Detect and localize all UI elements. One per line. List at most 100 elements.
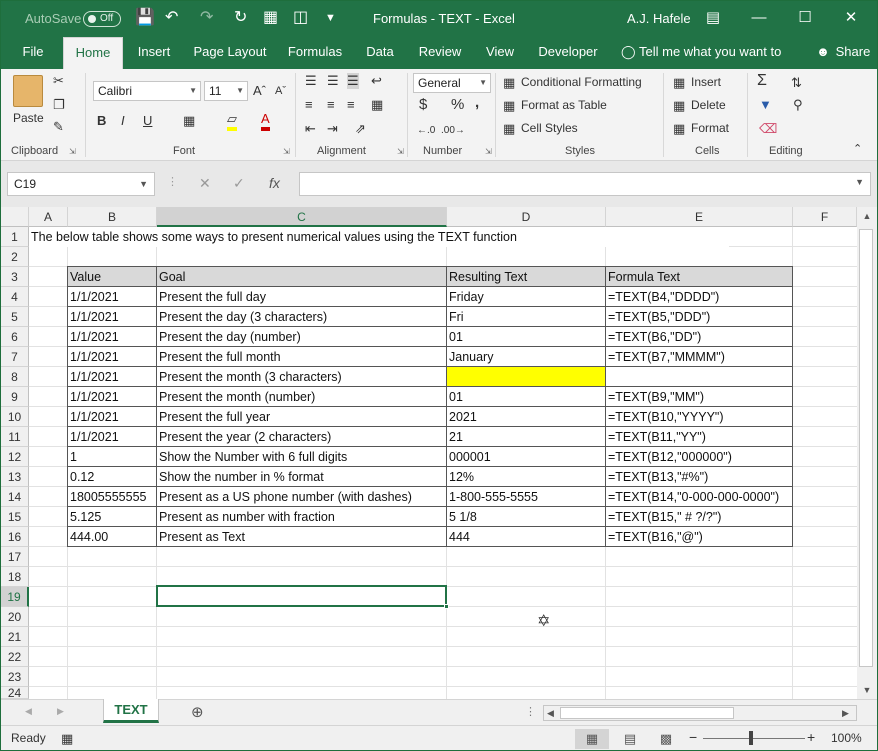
table-cell-goal[interactable]: Present as a US phone number (with dashe… [157,487,447,507]
table-cell-resulting-text[interactable]: Fri [447,307,606,327]
scroll-thumb[interactable] [560,707,734,719]
row-header[interactable]: 11 [1,427,29,447]
bold-button[interactable]: B [97,113,106,129]
table-cell-resulting-text[interactable]: Friday [447,287,606,307]
table-cell-formula-text[interactable]: =TEXT(B7,"MMMM") [606,347,793,367]
tab-page-layout[interactable]: Page Layout [189,37,271,69]
table-cell-resulting-text[interactable]: 1-800-555-5555 [447,487,606,507]
table-cell-value[interactable]: 1/1/2021 [68,427,157,447]
table-cell-formula-text[interactable]: =TEXT(B4,"DDDD") [606,287,793,307]
refresh-icon[interactable]: ↻ [234,9,247,27]
increase-indent-icon[interactable]: ⇥ [327,121,338,137]
table-cell-formula-text[interactable]: =TEXT(B15," # ?/?") [606,507,793,527]
tell-me-search[interactable]: Tell me what you want to do [639,37,795,89]
table-cell-resulting-text[interactable]: 01 [447,327,606,347]
row-header[interactable]: 23 [1,667,29,687]
comma-button[interactable]: , [475,95,479,111]
table-header-goal[interactable]: Goal [157,267,447,287]
table-cell-formula-text[interactable]: =TEXT(B10,"YYYY") [606,407,793,427]
column-header-e[interactable]: E [606,207,793,227]
name-box[interactable]: C19 ▼ [7,172,155,196]
row-header[interactable]: 20 [1,607,29,627]
column-header-a[interactable]: A [29,207,68,227]
zoom-in-icon[interactable]: + [807,729,815,745]
align-center-icon[interactable]: ≡ [327,97,335,113]
table-cell-value[interactable]: 1/1/2021 [68,307,157,327]
row-header[interactable]: 4 [1,287,29,307]
share-button[interactable]: Share [835,37,871,69]
table-cell-goal[interactable]: Present the full day [157,287,447,307]
tab-view[interactable]: View [479,37,521,69]
align-right-icon[interactable]: ≡ [347,97,355,113]
find-select-icon[interactable]: ⚲ [793,97,803,113]
table-cell-value[interactable]: 1/1/2021 [68,327,157,347]
collapse-ribbon-icon[interactable]: ⌃ [853,141,862,157]
cell-grid[interactable]: The below table shows some ways to prese… [29,227,857,699]
table-cell-value[interactable]: 18005555555 [68,487,157,507]
page-break-view-icon[interactable]: ▩ [649,729,683,749]
number-launcher-icon[interactable]: ⇲ [485,147,492,156]
table-cell-resulting-text[interactable]: 12% [447,467,606,487]
row-header[interactable]: 12 [1,447,29,467]
zoom-slider-handle[interactable] [749,731,753,745]
align-middle-icon[interactable]: ☰ [327,73,339,89]
table-cell-value[interactable]: 1 [68,447,157,467]
table-header-resulting-text[interactable]: Resulting Text [447,267,606,287]
fill-icon[interactable]: ▼ [759,97,772,113]
format-as-table-button[interactable]: Format as Table [521,98,607,112]
cancel-icon[interactable]: ✕ [199,175,211,192]
italic-button[interactable]: I [121,113,125,129]
selected-cell-c19[interactable] [156,585,449,609]
table-header-value[interactable]: Value [68,267,157,287]
clipboard-launcher-icon[interactable]: ⇲ [69,147,76,156]
close-icon[interactable]: ✕ [831,5,871,31]
insert-function-icon[interactable]: fx [269,175,280,191]
row-header[interactable]: 14 [1,487,29,507]
customize-qat-icon[interactable]: ▼ [325,9,336,27]
scroll-left-icon[interactable]: ◀ [547,708,554,719]
table-cell-goal[interactable]: Present the day (3 characters) [157,307,447,327]
table-cell-goal[interactable]: Present as number with fraction [157,507,447,527]
table-cell-value[interactable]: 1/1/2021 [68,407,157,427]
tab-data[interactable]: Data [359,37,401,69]
table-cell-formula-text[interactable]: =TEXT(B11,"YY") [606,427,793,447]
row-header[interactable]: 9 [1,387,29,407]
autosave-toggle[interactable]: Off [83,11,121,27]
tab-formulas[interactable]: Formulas [283,37,347,69]
scroll-right-icon[interactable]: ▶ [842,708,849,719]
column-header-c[interactable]: C [157,207,447,227]
cell-styles-button[interactable]: Cell Styles [521,121,578,135]
decrease-indent-icon[interactable]: ⇤ [305,121,316,137]
table-cell-resulting-text[interactable]: 2021 [447,407,606,427]
tab-insert[interactable]: Insert [131,37,177,69]
row-header[interactable]: 1 [1,227,29,247]
scroll-thumb[interactable] [859,229,873,667]
row-header[interactable]: 21 [1,627,29,647]
normal-view-icon[interactable]: ▦ [575,729,609,749]
splitter-icon[interactable]: ⋮ [525,705,536,718]
table-cell-value[interactable]: 1/1/2021 [68,367,157,387]
table-header-formula-text[interactable]: Formula Text [606,267,793,287]
scroll-down-icon[interactable]: ▼ [857,685,877,695]
clear-icon[interactable]: ⌫ [759,121,777,137]
table-cell-goal[interactable]: Present the day (number) [157,327,447,347]
copy-icon[interactable]: ❐ [53,97,65,113]
vertical-scrollbar[interactable]: ▲ ▼ [857,207,877,699]
save-icon[interactable]: 💾 [135,9,155,27]
ribbon-display-icon[interactable]: ▤ [693,5,733,31]
row-header[interactable]: 6 [1,327,29,347]
print-preview-icon[interactable]: ◫ [293,9,308,27]
conditional-formatting-button[interactable]: Conditional Formatting [521,75,642,89]
table-cell-goal[interactable]: Present as Text [157,527,447,547]
table-cell-formula-text[interactable]: =TEXT(B12,"000000") [606,447,793,467]
table-cell-resulting-text[interactable]: January [447,347,606,367]
zoom-slider[interactable] [703,738,805,739]
formula-input[interactable]: ▼ [299,172,871,196]
wrap-text-icon[interactable]: ↩ [371,73,382,89]
table-cell-formula-text[interactable]: =TEXT(B14,"0-000-000-0000") [606,487,793,507]
table-cell-goal[interactable]: Show the number in % format [157,467,447,487]
column-header-d[interactable]: D [447,207,606,227]
row-header[interactable]: 2 [1,247,29,267]
select-all-corner[interactable] [1,207,29,227]
align-top-icon[interactable]: ☰ [305,73,317,89]
